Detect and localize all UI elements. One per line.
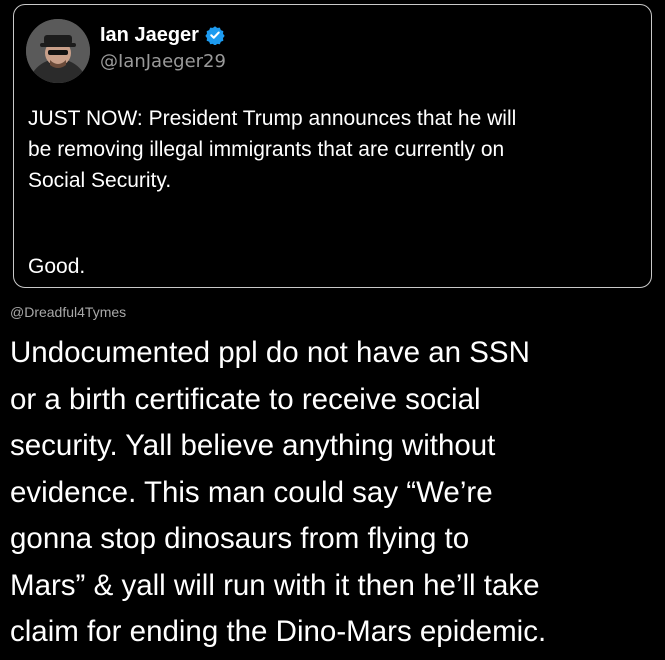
tweet-text: JUST NOW: President Trump announces that…: [28, 103, 638, 196]
author-name[interactable]: Ian Jaeger: [100, 23, 199, 47]
reply-text-line: or a birth certificate to receive social: [10, 382, 481, 416]
tweet-text-line: be removing illegal immigrants that are …: [28, 138, 505, 161]
author-name-row: Ian Jaeger: [100, 23, 225, 47]
reply-text-line: security. Yall believe anything without: [10, 429, 496, 462]
tweet-text-line: JUST NOW: President Trump announces that…: [28, 107, 517, 130]
verified-badge-icon: [205, 26, 225, 45]
reply-text-line: claim for ending the Dino-Mars epidemic.: [10, 615, 547, 648]
tweet-closing-text: Good.: [28, 255, 86, 278]
reply-author-handle[interactable]: @Dreadful4Tymes: [10, 303, 126, 321]
reply-text-line: gonna stop dinosaurs from flying to: [10, 522, 470, 555]
tweet-text-line: Social Security.: [28, 169, 172, 192]
avatar-icon[interactable]: [26, 19, 90, 83]
reply-text-line: Mars” & yall will run with it then he’ll…: [10, 568, 540, 602]
quoted-tweet-card[interactable]: Ian Jaeger @IanJaeger29 JUST NOW: Presid…: [13, 4, 652, 288]
reply-text-line: evidence. This man could say “We’re: [10, 475, 493, 509]
author-handle[interactable]: @IanJaeger29: [100, 51, 226, 73]
reply-text-line: Undocumented ppl do not have an SSN: [10, 336, 530, 369]
reply-text: Undocumented ppl do not have an SSN or a…: [10, 330, 660, 656]
